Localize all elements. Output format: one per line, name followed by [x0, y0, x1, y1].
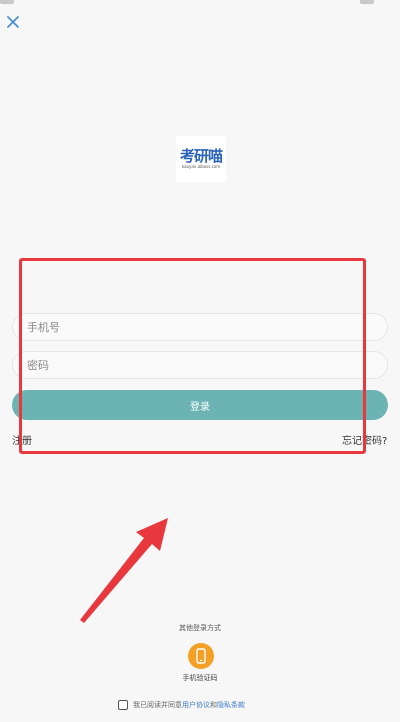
- agree-checkbox[interactable]: [118, 700, 128, 710]
- phone-code-label: 手机验证码: [182, 674, 218, 682]
- close-icon: [7, 16, 19, 28]
- phone-icon: [196, 648, 206, 664]
- logo-brand: 考研喵: [179, 147, 223, 165]
- privacy-policy-link[interactable]: 隐私条款: [217, 700, 245, 710]
- user-agreement-link[interactable]: 用户协议: [182, 700, 210, 710]
- app-logo: 考研喵 kaoyan.aiboss.com: [176, 136, 226, 182]
- logo-subtitle: kaoyan.aiboss.com: [181, 164, 221, 169]
- phone-code-login-button[interactable]: [188, 643, 214, 669]
- other-login-title: 其他登录方式: [179, 624, 221, 632]
- status-bar-fragment: [360, 0, 374, 4]
- close-button[interactable]: [6, 14, 22, 30]
- agreement-prefix: 我已阅读并同意: [133, 701, 182, 709]
- agreement-and: 和: [210, 701, 217, 709]
- agreement-row: 我已阅读并同意 用户协议 和 隐私条款: [118, 700, 245, 710]
- highlight-annotation-box: [19, 258, 366, 454]
- status-bar-fragment: [0, 0, 14, 4]
- red-arrow-annotation: [80, 518, 168, 623]
